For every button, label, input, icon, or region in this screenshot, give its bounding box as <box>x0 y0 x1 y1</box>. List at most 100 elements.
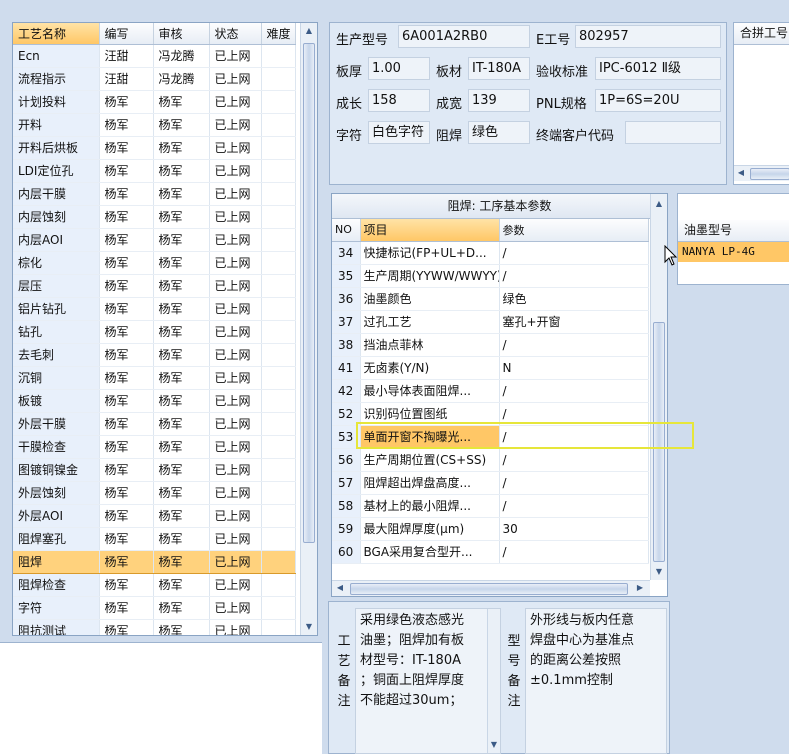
width-field[interactable]: 139 <box>468 89 530 112</box>
table-row[interactable]: 铝片钻孔 杨军 杨军 已上网 <box>13 297 296 321</box>
cell-name[interactable]: 图镀铜镍金 <box>13 458 100 482</box>
cell-name[interactable]: 外层干膜 <box>13 412 100 436</box>
arrow-right-icon[interactable]: ▶ <box>632 581 648 596</box>
cell-name[interactable]: 板镀 <box>13 389 100 413</box>
cell-status[interactable]: 已上网 <box>209 320 262 344</box>
cell-item[interactable]: 挡油点菲林 <box>360 333 500 357</box>
table-row[interactable]: LDI定位孔 杨军 杨军 已上网 <box>13 159 296 183</box>
cell-name[interactable]: 阻抗测试 <box>13 619 100 635</box>
cell-status[interactable]: 已上网 <box>209 159 262 183</box>
table-row[interactable]: 内层干膜 杨军 杨军 已上网 <box>13 182 296 206</box>
cell-difficulty[interactable] <box>261 251 296 275</box>
cell-difficulty[interactable] <box>261 274 296 298</box>
cell-name[interactable]: 内层蚀刻 <box>13 205 100 229</box>
table-row[interactable]: 41 无卤素(Y/N) N <box>332 356 649 380</box>
cell-difficulty[interactable] <box>261 228 296 252</box>
col-header-author[interactable]: 编写 <box>99 23 154 45</box>
table-row[interactable]: Ecn 汪甜 冯龙腾 已上网 <box>13 44 296 68</box>
table-row[interactable]: 阻抗测试 杨军 杨军 已上网 <box>13 619 296 635</box>
cell-name[interactable]: LDI定位孔 <box>13 159 100 183</box>
table-row[interactable]: 图镀铜镍金 杨军 杨军 已上网 <box>13 458 296 482</box>
cell-difficulty[interactable] <box>261 182 296 206</box>
cell-item[interactable]: 油墨颜色 <box>360 287 500 311</box>
cell-author[interactable]: 杨军 <box>99 366 154 390</box>
arrow-down-icon[interactable]: ▼ <box>301 619 317 634</box>
cell-status[interactable]: 已上网 <box>209 113 262 137</box>
cell-author[interactable]: 杨军 <box>99 343 154 367</box>
cell-reviewer[interactable]: 杨军 <box>153 596 210 620</box>
cell-author[interactable]: 杨军 <box>99 136 154 160</box>
cell-name[interactable]: 层压 <box>13 274 100 298</box>
cell-item[interactable]: 阻焊超出焊盘高度... <box>360 471 500 495</box>
cell-status[interactable]: 已上网 <box>209 596 262 620</box>
arrow-up-icon[interactable]: ▲ <box>301 23 317 38</box>
cell-name[interactable]: Ecn <box>13 44 100 68</box>
ink-row[interactable]: NANYA LP-4G <box>678 242 789 262</box>
cell-name[interactable]: 开料后烘板 <box>13 136 100 160</box>
table-row[interactable]: 57 阻焊超出焊盘高度... / <box>332 471 649 495</box>
combine-job-panel[interactable]: 合拼工号 ◀ <box>733 22 789 185</box>
cell-status[interactable]: 已上网 <box>209 619 262 635</box>
cell-value[interactable]: / <box>499 241 649 265</box>
cell-status[interactable]: 已上网 <box>209 136 262 160</box>
cell-difficulty[interactable] <box>261 136 296 160</box>
cell-status[interactable]: 已上网 <box>209 573 262 597</box>
cell-status[interactable]: 已上网 <box>209 458 262 482</box>
table-row[interactable]: 外层蚀刻 杨军 杨军 已上网 <box>13 481 296 505</box>
cell-reviewer[interactable]: 冯龙腾 <box>153 44 210 68</box>
cell-item[interactable]: 快捷标记(FP+UL+D... <box>360 241 500 265</box>
eno-field[interactable]: 802957 <box>575 25 721 48</box>
table-row[interactable]: 阻焊检查 杨军 杨军 已上网 <box>13 573 296 597</box>
cell-reviewer[interactable]: 杨军 <box>153 90 210 114</box>
cell-reviewer[interactable]: 杨军 <box>153 389 210 413</box>
table-row[interactable]: 阻焊塞孔 杨军 杨军 已上网 <box>13 527 296 551</box>
cell-status[interactable]: 已上网 <box>209 67 262 91</box>
table-row[interactable]: 计划投料 杨军 杨军 已上网 <box>13 90 296 114</box>
table-row[interactable]: 钻孔 杨军 杨军 已上网 <box>13 320 296 344</box>
cell-difficulty[interactable] <box>261 366 296 390</box>
thickness-field[interactable]: 1.00 <box>368 57 430 80</box>
cell-author[interactable]: 杨军 <box>99 113 154 137</box>
cell-name[interactable]: 阻焊塞孔 <box>13 527 100 551</box>
cell-status[interactable]: 已上网 <box>209 412 262 436</box>
cell-author[interactable]: 杨军 <box>99 297 154 321</box>
cell-difficulty[interactable] <box>261 504 296 528</box>
col-header-no[interactable]: NO <box>332 219 361 242</box>
cell-reviewer[interactable]: 杨军 <box>153 366 210 390</box>
cell-difficulty[interactable] <box>261 596 296 620</box>
table-row[interactable]: 流程指示 汪甜 冯龙腾 已上网 <box>13 67 296 91</box>
col-header-value[interactable]: 参数 <box>499 219 649 242</box>
cell-reviewer[interactable]: 杨军 <box>153 297 210 321</box>
cell-author[interactable]: 杨军 <box>99 159 154 183</box>
cell-reviewer[interactable]: 杨军 <box>153 504 210 528</box>
combine-scroll-thumb[interactable] <box>750 168 789 180</box>
table-row[interactable]: 56 生产周期位置(CS+SS) / <box>332 448 649 472</box>
cell-reviewer[interactable]: 杨军 <box>153 435 210 459</box>
table-row[interactable]: 内层蚀刻 杨军 杨军 已上网 <box>13 205 296 229</box>
process-vertical-scrollbar[interactable]: ▲ ▼ <box>300 23 317 635</box>
ink-type-panel[interactable]: 油墨型号 NANYA LP-4G <box>677 193 789 285</box>
cell-no[interactable]: 56 <box>332 448 361 472</box>
arrow-up-icon[interactable]: ▲ <box>651 196 667 211</box>
cell-item[interactable]: 生产周期位置(CS+SS) <box>360 448 500 472</box>
cell-difficulty[interactable] <box>261 481 296 505</box>
cell-name[interactable]: 字符 <box>13 596 100 620</box>
cell-difficulty[interactable] <box>261 67 296 91</box>
cell-difficulty[interactable] <box>261 113 296 137</box>
cell-difficulty[interactable] <box>261 573 296 597</box>
cell-difficulty[interactable] <box>261 412 296 436</box>
cell-reviewer[interactable]: 杨军 <box>153 458 210 482</box>
cell-status[interactable]: 已上网 <box>209 527 262 551</box>
cell-reviewer[interactable]: 杨军 <box>153 228 210 252</box>
cell-no[interactable]: 34 <box>332 241 361 265</box>
cell-author[interactable]: 杨军 <box>99 549 154 574</box>
table-row[interactable]: 字符 杨军 杨军 已上网 <box>13 596 296 620</box>
cell-author[interactable]: 杨军 <box>99 481 154 505</box>
pnl-field[interactable]: 1P=6S=20U <box>595 89 721 112</box>
table-row[interactable]: 35 生产周期(YYWW/WWYY) / <box>332 264 649 288</box>
col-header-item[interactable]: 项目 <box>360 219 500 242</box>
cell-difficulty[interactable] <box>261 159 296 183</box>
col-header-difficulty[interactable]: 难度 <box>261 23 296 45</box>
process-remark-scrollbar[interactable]: ▼ <box>487 609 500 753</box>
param-horizontal-scrollbar[interactable]: ◀ ▶ <box>332 580 650 596</box>
